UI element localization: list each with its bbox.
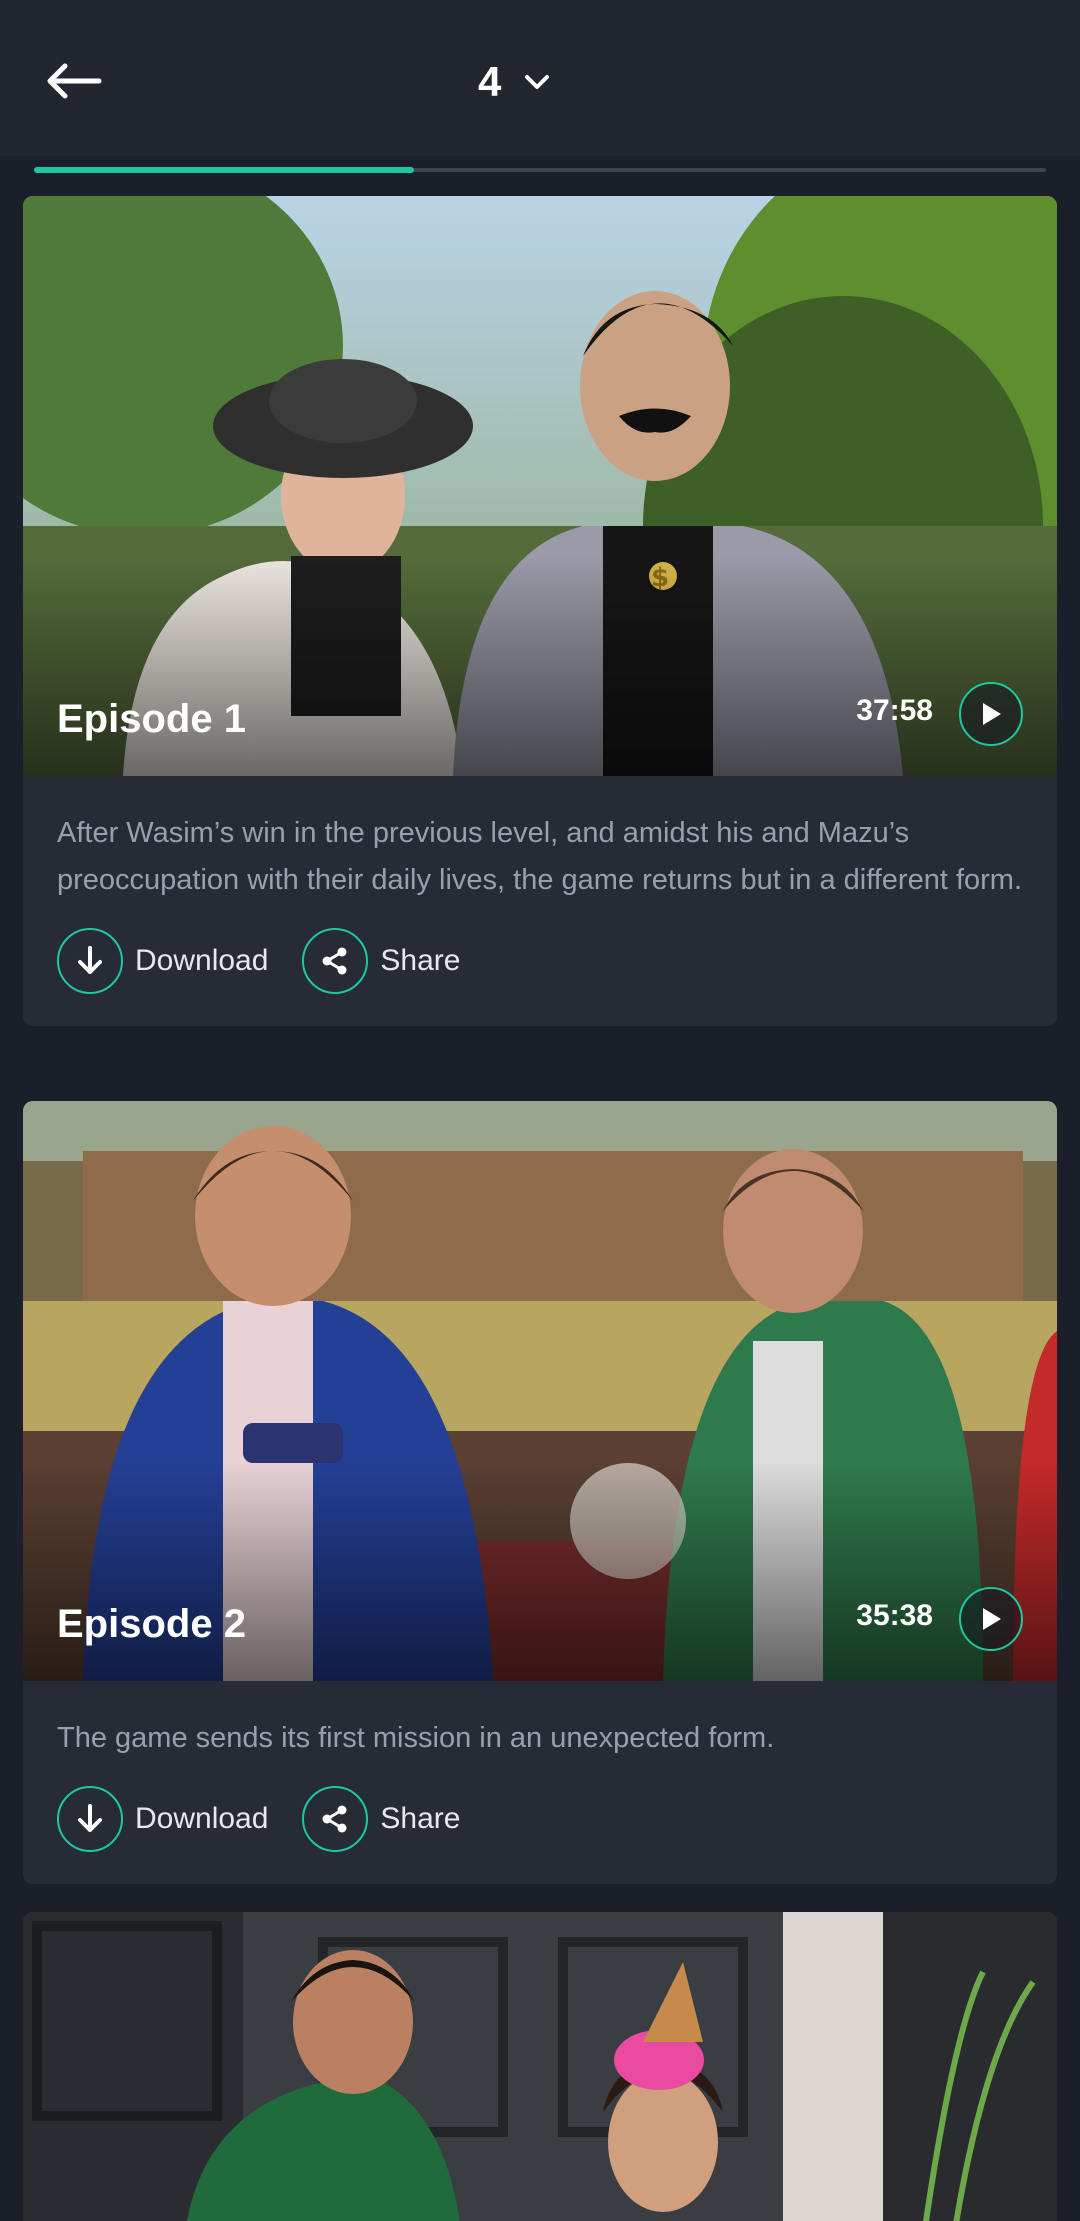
episode-thumbnail[interactable]: Episode 2 35:38 [23, 1101, 1057, 1681]
share-label: Share [380, 944, 461, 977]
thumbnail-gradient [23, 1461, 1057, 1681]
play-icon [983, 1608, 1001, 1630]
download-label: Download [135, 944, 269, 977]
episode-duration: 35:38 [856, 1599, 933, 1632]
thumbnail-gradient [23, 556, 1057, 776]
chevron-down-icon [525, 75, 550, 89]
season-progress-fill [34, 167, 414, 173]
episode-title: Episode 1 [57, 697, 246, 741]
download-icon [78, 1804, 102, 1832]
share-label: Share [380, 1802, 461, 1835]
back-button[interactable] [38, 46, 108, 116]
episode-card[interactable]: $ Episode 1 37:58 After Wasim’s win in t… [23, 196, 1057, 1026]
episode-thumbnail[interactable] [23, 1912, 1057, 2221]
episode-card[interactable]: Episode 2 35:38 The game sends its first… [23, 1101, 1057, 1884]
episode-title: Episode 2 [57, 1602, 246, 1646]
download-icon [78, 946, 102, 974]
share-button[interactable]: Share [302, 928, 460, 994]
download-label: Download [135, 1802, 269, 1835]
top-bar: 4 [0, 0, 1080, 156]
play-icon [983, 703, 1001, 725]
episode-actions: Download Share [23, 1762, 1057, 1884]
episode-actions: Download Share [23, 904, 1057, 1026]
share-button[interactable]: Share [302, 1786, 460, 1852]
episode-card[interactable] [23, 1912, 1057, 2221]
share-icon [322, 947, 347, 975]
play-button[interactable] [959, 1587, 1023, 1651]
download-button[interactable]: Download [57, 928, 268, 994]
arrow-left-icon [47, 63, 102, 99]
episodes-screen: 4 Episode 1 37:58 After Wasim’s win in t… [0, 0, 1080, 2221]
download-button[interactable]: Download [57, 1786, 268, 1852]
season-dropdown[interactable]: 4 [478, 52, 551, 112]
play-button[interactable] [959, 682, 1023, 746]
episode-3-image [23, 1912, 1057, 2221]
season-number: 4 [478, 58, 502, 105]
episode-duration: 37:58 [856, 694, 933, 727]
episode-thumbnail[interactable]: $ Episode 1 37:58 [23, 196, 1057, 776]
episode-description: After Wasim’s win in the previous level,… [57, 817, 1023, 896]
season-progress-bar [34, 167, 1046, 173]
share-icon [322, 1805, 347, 1833]
episode-description: The game sends its first mission in an u… [57, 1722, 775, 1754]
